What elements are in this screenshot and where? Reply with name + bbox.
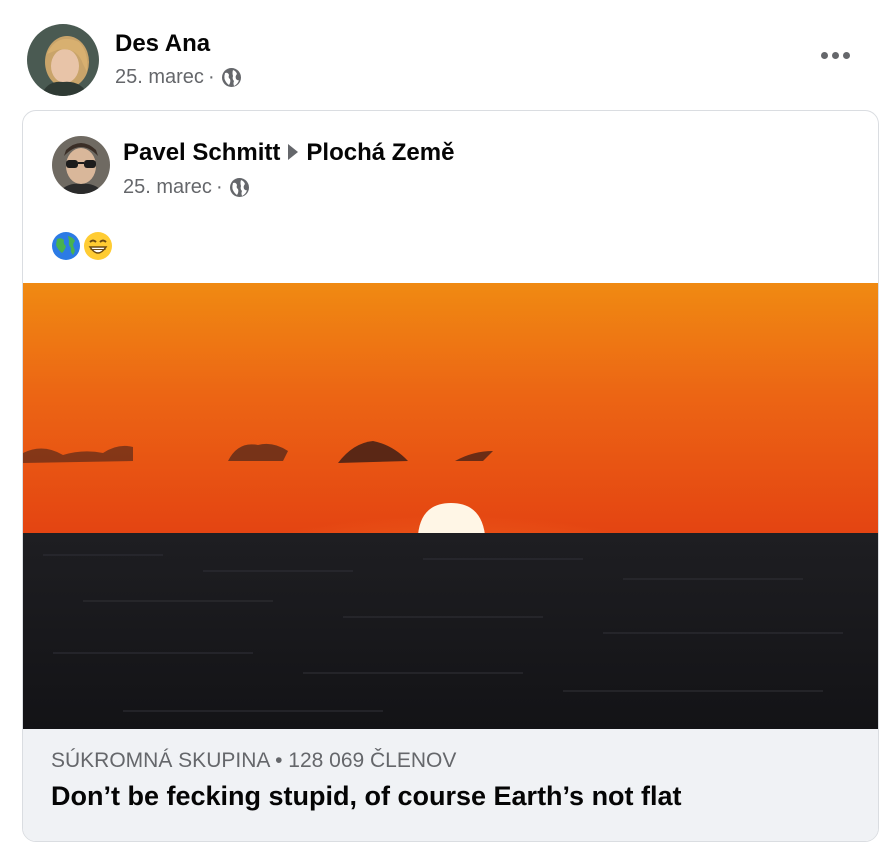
shared-post-card[interactable]: Pavel Schmitt Plochá Země 25. marec · SÚ… — [22, 110, 879, 842]
author-name[interactable]: Des Ana — [115, 30, 210, 58]
globe-icon — [229, 177, 250, 198]
group-post-title[interactable]: Don’t be fecking stupid, of course Earth… — [51, 781, 682, 812]
meta-separator: · — [215, 176, 223, 198]
more-options-icon[interactable] — [821, 48, 851, 62]
post-meta: 25. marec · — [115, 66, 242, 89]
globe-icon — [221, 67, 242, 88]
earth-globe-emoji — [51, 231, 81, 261]
arrow-right-icon — [288, 143, 299, 160]
shared-post-header: Pavel Schmitt Plochá Země — [123, 139, 454, 167]
group-privacy: SÚKROMNÁ SKUPINA — [51, 749, 270, 772]
group-info: SÚKROMNÁ SKUPINA • 128 069 ČLENOV — [51, 749, 456, 773]
post-date[interactable]: 25. marec — [115, 66, 204, 89]
sunset-photo[interactable] — [23, 283, 878, 729]
meta-separator: · — [207, 66, 215, 88]
feed-post: Des Ana 25. marec · Pavel Schmitt Plochá… — [0, 0, 885, 842]
grinning-face-emoji — [83, 231, 113, 261]
shared-post-meta: 25. marec · — [123, 176, 250, 199]
shared-post-date[interactable]: 25. marec — [123, 176, 212, 199]
shared-author-name[interactable]: Pavel Schmitt — [123, 139, 280, 166]
shared-author-avatar[interactable] — [52, 136, 110, 194]
post-text — [51, 231, 113, 261]
group-member-count: 128 069 ČLENOV — [288, 749, 457, 772]
group-info-separator: • — [275, 749, 283, 772]
link-preview-footer[interactable]: SÚKROMNÁ SKUPINA • 128 069 ČLENOV Don’t … — [23, 729, 878, 841]
author-avatar[interactable] — [27, 24, 99, 96]
group-name[interactable]: Plochá Země — [306, 139, 454, 166]
